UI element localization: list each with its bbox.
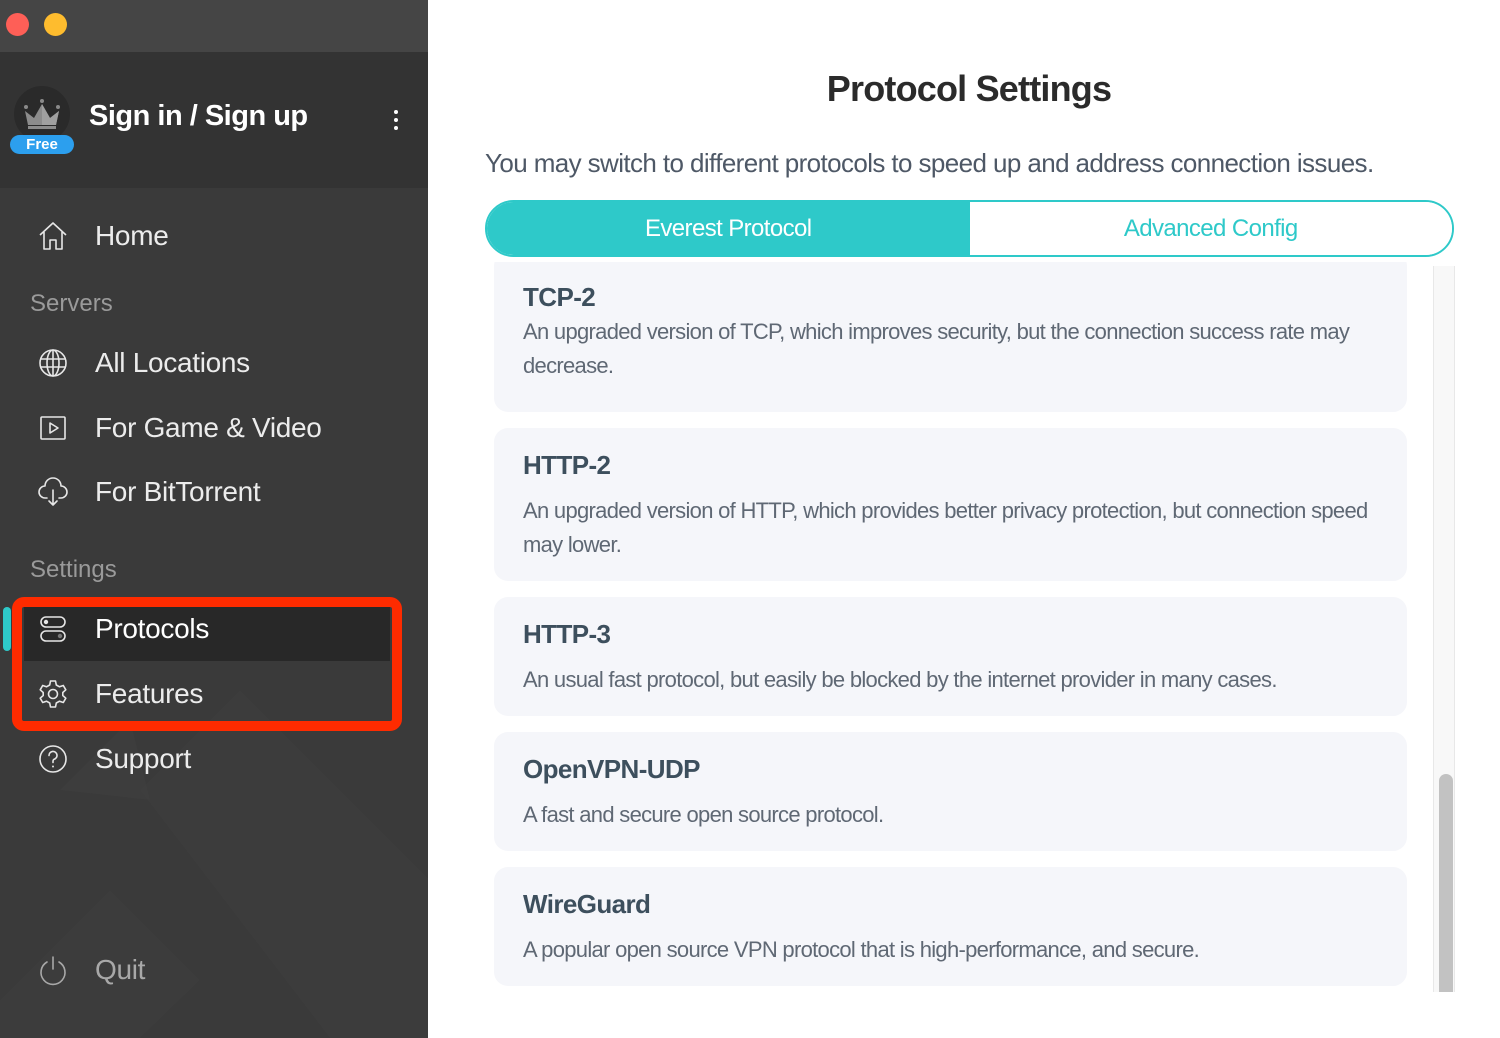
protocol-card-http-3[interactable]: HTTP-3 An usual fast protocol, but easil… [494, 597, 1407, 716]
protocol-name: OpenVPN-UDP [523, 754, 700, 784]
sidebar-item-label: For Game & Video [95, 412, 322, 443]
tab-advanced-config[interactable]: Advanced Config [969, 202, 1452, 255]
more-vertical-icon [394, 110, 398, 114]
tab-everest-protocol[interactable]: Everest Protocol [487, 202, 970, 255]
gear-icon [36, 677, 70, 711]
globe-icon [36, 346, 70, 380]
sidebar-item-home[interactable]: Home [24, 204, 390, 268]
servers-section-label: Servers [30, 290, 113, 317]
page-title: Protocol Settings [826, 68, 1112, 109]
sidebar-item-game-video[interactable]: For Game & Video [24, 396, 390, 460]
power-icon [36, 953, 70, 987]
protocol-name: TCP-2 [523, 282, 596, 312]
protocol-name: WireGuard [523, 889, 651, 919]
protocol-name: HTTP-3 [523, 619, 611, 649]
protocol-card-http-2[interactable]: HTTP-2 An upgraded version of HTTP, whic… [494, 428, 1407, 581]
sidebar-item-label: Support [95, 743, 191, 774]
active-indicator [3, 607, 11, 651]
more-menu-button[interactable] [384, 106, 408, 134]
sidebar-item-bittorrent[interactable]: For BitTorrent [24, 460, 390, 524]
sidebar-item-support[interactable]: Support [24, 727, 390, 791]
sidebar-item-all-locations[interactable]: All Locations [24, 331, 390, 395]
quit-button[interactable]: Quit [24, 938, 390, 1002]
protocol-tabs: Everest Protocol Advanced Config [485, 200, 1454, 257]
avatar[interactable] [14, 86, 70, 142]
protocol-description: An upgraded version of HTTP, which provi… [523, 498, 1368, 557]
protocol-description: An usual fast protocol, but easily be bl… [523, 667, 1277, 692]
play-icon [36, 411, 70, 445]
settings-section-label: Settings [30, 556, 117, 583]
sidebar-item-label: For BitTorrent [95, 476, 261, 507]
protocol-card-tcp-2[interactable]: TCP-2 An upgraded version of TCP, which … [494, 262, 1407, 412]
main-panel: Protocol Settings You may switch to diff… [428, 0, 1500, 1038]
title-bar [0, 0, 428, 52]
sign-in-link[interactable]: Sign in / Sign up [89, 100, 308, 133]
protocol-card-wireguard[interactable]: WireGuard A popular open source VPN prot… [494, 867, 1407, 986]
sidebar: Free Sign in / Sign up Home Servers All … [0, 0, 428, 1038]
crown-icon [24, 99, 60, 129]
app-window: Free Sign in / Sign up Home Servers All … [0, 0, 1500, 1038]
sidebar-item-label: Home [95, 220, 169, 251]
protocol-name: HTTP-2 [523, 450, 611, 480]
close-window-button[interactable] [6, 13, 29, 36]
sidebar-item-label: Features [95, 678, 204, 709]
plan-badge: Free [10, 135, 74, 154]
scrollbar-thumb[interactable] [1439, 774, 1453, 992]
sidebar-item-label: All Locations [95, 347, 250, 378]
help-circle-icon [36, 742, 70, 776]
account-panel: Free Sign in / Sign up [0, 52, 428, 188]
home-icon [36, 219, 70, 253]
page-subtitle: You may switch to different protocols to… [485, 148, 1374, 178]
protocol-description: A popular open source VPN protocol that … [523, 937, 1200, 962]
minimize-window-button[interactable] [44, 13, 67, 36]
cloud-download-icon [36, 475, 70, 509]
sidebar-item-label: Protocols [95, 613, 210, 644]
protocol-list: TCP-2 An upgraded version of TCP, which … [494, 262, 1408, 992]
quit-label: Quit [95, 954, 146, 985]
protocol-description: An upgraded version of TCP, which improv… [523, 319, 1350, 378]
sidebar-item-protocols[interactable]: Protocols [24, 597, 390, 661]
sidebar-item-features[interactable]: Features [24, 662, 390, 726]
protocol-description: A fast and secure open source protocol. [523, 802, 884, 827]
toggles-icon [36, 612, 70, 646]
protocol-card-openvpn-udp[interactable]: OpenVPN-UDP A fast and secure open sourc… [494, 732, 1407, 851]
scrollbar[interactable] [1433, 266, 1455, 992]
